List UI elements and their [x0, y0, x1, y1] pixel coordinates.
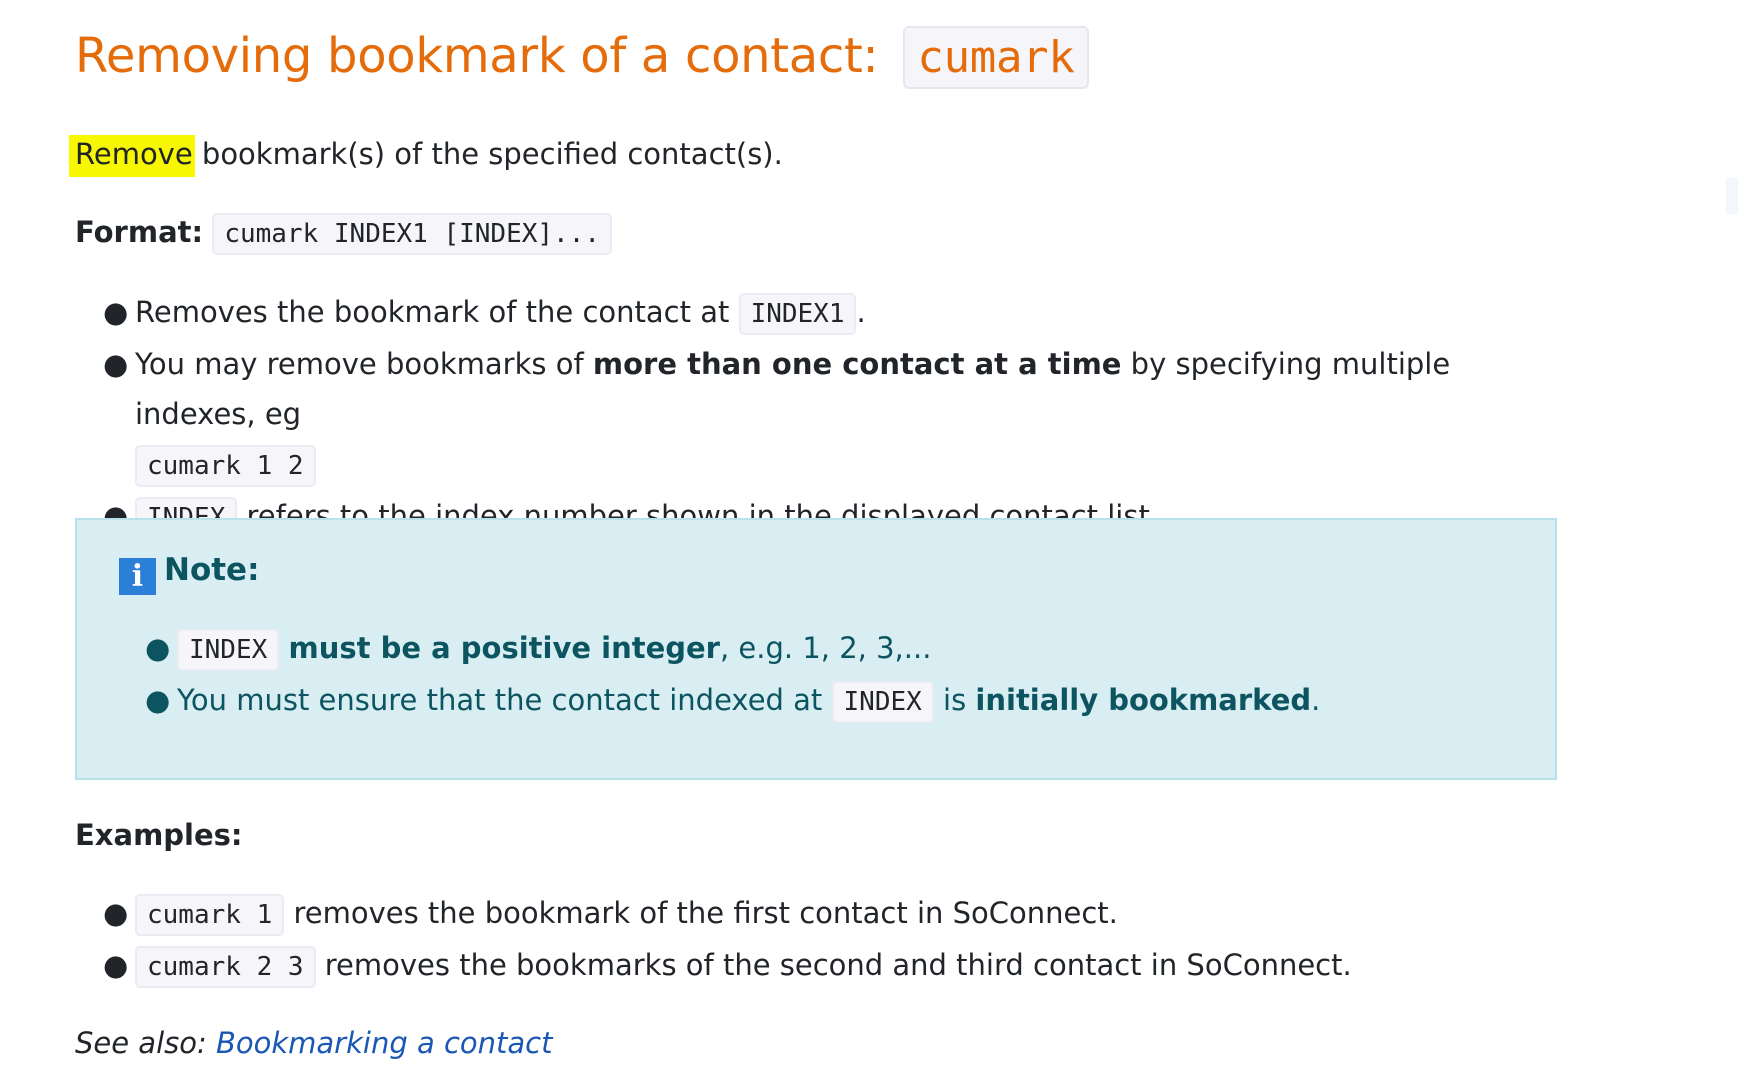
- example-code: cumark 2 3: [135, 946, 316, 988]
- usage-item-code: cumark 1 2: [135, 445, 316, 487]
- info-icon: i: [119, 558, 156, 595]
- usage-item-text: Removes the bookmark of the contact at: [135, 295, 739, 329]
- section-heading: Removing bookmark of a contact: cumark: [75, 26, 1089, 89]
- note-item-text: You must ensure that the contact indexed…: [177, 683, 832, 717]
- intro-text: bookmark(s) of the specified contact(s).: [192, 137, 783, 171]
- see-also-link[interactable]: Bookmarking a contact: [216, 1026, 553, 1060]
- section-heading-text: Removing bookmark of a contact:: [75, 28, 879, 84]
- example-code: cumark 1: [135, 894, 285, 936]
- bullet-icon: ●: [103, 347, 129, 381]
- see-also-label: See also:: [75, 1026, 216, 1060]
- bullet-icon: ●: [145, 683, 171, 717]
- intro-paragraph: Remove bookmark(s) of the specified cont…: [75, 134, 783, 177]
- bullet-icon: ●: [103, 948, 129, 982]
- usage-list: ● Removes the bookmark of the contact at…: [75, 287, 1555, 543]
- note-title-text: Note:: [164, 552, 260, 588]
- note-item-bold: initially bookmarked: [975, 683, 1312, 717]
- note-list: ● INDEX must be a positive integer, e.g.…: [117, 623, 1517, 727]
- example-item: ● cumark 2 3 removes the bookmarks of th…: [75, 940, 1555, 992]
- note-title: i Note:: [119, 552, 259, 595]
- examples-heading: Examples:: [75, 818, 243, 852]
- usage-item: ● You may remove bookmarks of more than …: [75, 339, 1555, 491]
- note-item: ● INDEX must be a positive integer, e.g.…: [117, 623, 1517, 675]
- example-text: removes the bookmarks of the second and …: [315, 948, 1352, 982]
- usage-item-text: You may remove bookmarks of: [135, 347, 593, 381]
- usage-item: ● Removes the bookmark of the contact at…: [75, 287, 1555, 339]
- note-callout: i Note: ● INDEX must be a positive intege…: [75, 518, 1557, 780]
- note-item-bold: must be a positive integer: [288, 631, 720, 665]
- note-item: ● You must ensure that the contact index…: [117, 675, 1517, 727]
- format-label: Format:: [75, 215, 204, 249]
- section-heading-command: cumark: [903, 26, 1089, 89]
- examples-list: ● cumark 1 removes the bookmark of the f…: [75, 888, 1555, 992]
- example-text: removes the bookmark of the first contac…: [284, 896, 1118, 930]
- see-also-line: See also: Bookmarking a contact: [75, 1023, 552, 1064]
- bullet-icon: ●: [145, 631, 171, 665]
- bullet-icon: ●: [103, 896, 129, 930]
- note-item-code: INDEX: [831, 681, 934, 723]
- usage-item-bold: more than one contact at a time: [592, 347, 1122, 381]
- example-item: ● cumark 1 removes the bookmark of the f…: [75, 888, 1555, 940]
- bullet-icon: ●: [103, 295, 129, 329]
- note-item-text-after: , e.g. 1, 2, 3,...: [719, 631, 932, 665]
- format-code: cumark INDEX1 [INDEX]...: [212, 213, 613, 255]
- scrollbar-edge: [1726, 178, 1738, 214]
- format-line: Format: cumark INDEX1 [INDEX]...: [75, 212, 613, 255]
- highlighted-word: Remove: [75, 135, 193, 177]
- note-item-text-middle: is: [933, 683, 976, 717]
- usage-item-text-after: .: [856, 295, 866, 329]
- note-item-text-after: .: [1311, 683, 1321, 717]
- note-item-code: INDEX: [177, 629, 280, 671]
- usage-item-code: INDEX1: [738, 293, 857, 335]
